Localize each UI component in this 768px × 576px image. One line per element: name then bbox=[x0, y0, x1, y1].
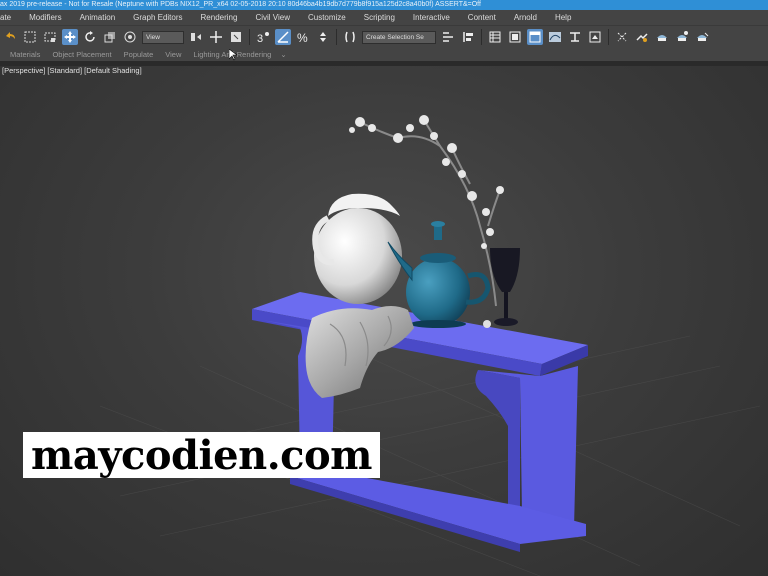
ribbon-collapse-icon[interactable]: ⌄ bbox=[277, 50, 289, 59]
render-production-icon[interactable] bbox=[654, 29, 670, 45]
ribbon-tab-object-placement[interactable]: Object Placement bbox=[46, 50, 117, 59]
table-model bbox=[252, 292, 588, 552]
menu-item-help[interactable]: Help bbox=[546, 13, 580, 22]
viewport-scene bbox=[89, 115, 761, 576]
spinner-snap-icon[interactable] bbox=[315, 29, 331, 45]
menu-item-customize[interactable]: Customize bbox=[299, 13, 355, 22]
ribbon-tab-view[interactable]: View bbox=[159, 50, 187, 59]
toolbar-separator bbox=[608, 29, 609, 45]
curve-editor-icon[interactable] bbox=[547, 29, 563, 45]
toggle-ribbon-icon[interactable] bbox=[527, 29, 543, 45]
menu-item-animation[interactable]: Animation bbox=[71, 13, 125, 22]
place-icon[interactable] bbox=[122, 29, 138, 45]
region-select-icon[interactable] bbox=[42, 29, 58, 45]
menu-item-interactive[interactable]: Interactive bbox=[404, 13, 459, 22]
ribbon-tab-materials[interactable]: Materials bbox=[0, 50, 46, 59]
align-icon[interactable] bbox=[460, 29, 476, 45]
window-title: ax 2019 pre-release - Not for Resale (Ne… bbox=[0, 1, 481, 8]
main-toolbar: View 3 % Create Selection Se bbox=[0, 25, 768, 48]
selection-set-dropdown[interactable]: Create Selection Se bbox=[362, 30, 436, 44]
material-editor-icon[interactable] bbox=[587, 29, 603, 45]
select-object-icon[interactable] bbox=[22, 29, 38, 45]
reference-coordinate-value: View bbox=[146, 33, 160, 41]
snap-icon[interactable]: 3 bbox=[255, 29, 271, 45]
pivot-icon[interactable] bbox=[188, 29, 204, 45]
fallen-blossom bbox=[483, 320, 491, 328]
scene-explorer-icon[interactable] bbox=[487, 29, 503, 45]
edit-named-selection-icon[interactable] bbox=[342, 29, 358, 45]
menu-item-modifiers[interactable]: Modifiers bbox=[20, 13, 70, 22]
reference-coordinate-dropdown[interactable]: View bbox=[142, 30, 184, 44]
svg-text:%: % bbox=[297, 31, 308, 44]
menu-item-scripting[interactable]: Scripting bbox=[355, 13, 404, 22]
perspective-viewport[interactable]: [Perspective] [Standard] [Default Shadin… bbox=[0, 66, 768, 576]
keyboard-shortcut-icon[interactable] bbox=[228, 29, 244, 45]
mouse-cursor-icon bbox=[229, 49, 237, 61]
viewport-label[interactable]: [Perspective] [Standard] [Default Shadin… bbox=[2, 66, 142, 75]
menu-bar: ate Modifiers Animation Graph Editors Render… bbox=[0, 10, 768, 25]
ribbon-tabs: Materials Object Placement Populate View Lig… bbox=[0, 47, 768, 62]
schematic-view-icon[interactable] bbox=[567, 29, 583, 45]
menu-item-arnold[interactable]: Arnold bbox=[505, 13, 546, 22]
mirror-icon[interactable] bbox=[440, 29, 456, 45]
selection-set-value: Create Selection Se bbox=[366, 33, 424, 41]
menu-item-rendering[interactable]: Rendering bbox=[192, 13, 247, 22]
menu-item-graph-editors[interactable]: Graph Editors bbox=[124, 13, 191, 22]
toolbar-separator bbox=[481, 29, 482, 45]
svg-text:3: 3 bbox=[257, 33, 263, 44]
toolbar-separator bbox=[249, 29, 250, 45]
angle-snap-icon[interactable] bbox=[275, 29, 291, 45]
move-icon[interactable] bbox=[62, 29, 78, 45]
cloth-model bbox=[305, 306, 414, 398]
watermark-text: maycodien.com bbox=[31, 431, 373, 479]
toolbar-separator bbox=[336, 29, 337, 45]
render-iterative-icon[interactable] bbox=[674, 29, 690, 45]
teapot-render-icon[interactable] bbox=[694, 29, 710, 45]
menu-item-content[interactable]: Content bbox=[459, 13, 505, 22]
undo-icon[interactable] bbox=[2, 29, 18, 45]
watermark-banner: maycodien.com bbox=[23, 431, 380, 479]
white-jug-model bbox=[312, 193, 402, 304]
percent-snap-icon[interactable]: % bbox=[295, 29, 311, 45]
title-bar: ax 2019 pre-release - Not for Resale (Ne… bbox=[0, 0, 768, 10]
menu-item-ate[interactable]: ate bbox=[0, 13, 20, 22]
layer-explorer-icon[interactable] bbox=[507, 29, 523, 45]
rotate-icon[interactable] bbox=[82, 29, 98, 45]
ribbon-tab-populate[interactable]: Populate bbox=[118, 50, 160, 59]
render-frame-icon[interactable] bbox=[634, 29, 650, 45]
scale-icon[interactable] bbox=[102, 29, 118, 45]
transform-gizmo-icon[interactable] bbox=[208, 29, 224, 45]
render-setup-icon[interactable] bbox=[614, 29, 630, 45]
menu-item-civil-view[interactable]: Civil View bbox=[246, 13, 299, 22]
